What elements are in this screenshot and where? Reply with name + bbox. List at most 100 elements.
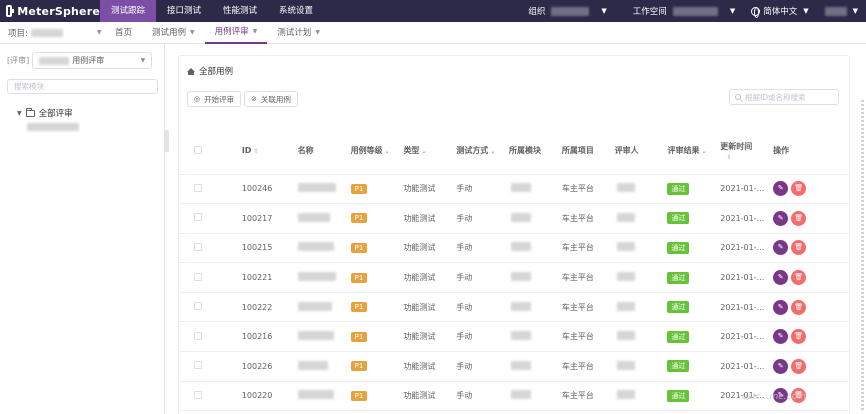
link-case-button[interactable]: ⊘ 关联用例 bbox=[244, 91, 298, 107]
row-checkbox[interactable] bbox=[194, 390, 202, 399]
pencil-icon[interactable]: ✎ bbox=[773, 270, 789, 286]
table-row[interactable]: 100215 P1 功能测试 手动 车主平台 通过 2021-01-... ✎ 🗑 bbox=[179, 233, 849, 264]
table-row[interactable]: 100246 P1 功能测试 手动 车主平台 通过 2021-01-... ✎ 🗑 bbox=[179, 174, 849, 205]
project-selector[interactable]: 项目: ▼ bbox=[0, 27, 105, 39]
home-icon bbox=[187, 67, 195, 75]
cell-name[interactable] bbox=[297, 351, 351, 382]
tree-node-all-reviews[interactable]: ▼ 全部评审 bbox=[17, 107, 73, 119]
row-select-cell bbox=[179, 262, 242, 293]
result-badge: 通过 bbox=[667, 330, 690, 343]
topnav-api-test[interactable]: 接口测试 bbox=[156, 0, 212, 22]
cell-type: 功能测试 bbox=[403, 262, 457, 293]
link-icon: ⊘ bbox=[251, 95, 257, 103]
trash-icon[interactable]: 🗑 bbox=[791, 270, 807, 286]
topnav-performance-test[interactable]: 性能测试 bbox=[212, 0, 268, 22]
module-search-input[interactable]: 搜索模块 bbox=[7, 79, 158, 94]
chevron-down-icon: ▼ bbox=[252, 27, 258, 35]
filter-icon[interactable]: ⌄ bbox=[701, 148, 706, 155]
cell-id: 100220 bbox=[241, 381, 298, 412]
filter-icon[interactable]: ⌄ bbox=[421, 148, 426, 155]
case-search-input[interactable]: 根据ID或名称搜索 bbox=[729, 89, 839, 105]
cell-method: 手动 bbox=[456, 174, 509, 205]
cell-id: 100215 bbox=[241, 233, 298, 264]
org-selector[interactable]: 组织 ▼ bbox=[520, 0, 614, 22]
panel-resize-handle[interactable] bbox=[165, 130, 169, 152]
trash-icon[interactable]: 🗑 bbox=[791, 329, 807, 345]
select-all-checkbox[interactable] bbox=[194, 145, 202, 154]
start-review-button[interactable]: ◎ 开始评审 bbox=[187, 91, 242, 107]
row-checkbox[interactable] bbox=[194, 242, 202, 251]
table-row[interactable]: 100226 P1 功能测试 手动 车主平台 通过 2021-01-... ✎ 🗑 bbox=[179, 351, 849, 382]
table-row[interactable]: 100216 P1 功能测试 手动 车主平台 通过 2021-01-... ✎ 🗑 bbox=[179, 321, 849, 353]
trash-icon[interactable]: 🗑 bbox=[791, 240, 807, 256]
sort-icon[interactable]: ⇕ bbox=[726, 154, 773, 161]
topnav-settings[interactable]: 系统设置 bbox=[268, 0, 324, 22]
cell-name[interactable] bbox=[297, 203, 351, 234]
chevron-down-icon[interactable]: ▼ bbox=[17, 110, 22, 117]
org-label: 组织 bbox=[528, 7, 546, 17]
tab-test-cases[interactable]: 测试用例 ▼ bbox=[142, 22, 205, 44]
filter-icon[interactable]: ⌄ bbox=[385, 148, 390, 155]
header-result[interactable]: 评审结果 ⌄ bbox=[667, 128, 721, 175]
table-row[interactable]: 100217 P1 功能测试 手动 车主平台 通过 2021-01-... ✎ 🗑 bbox=[179, 203, 849, 234]
header-id[interactable]: ID ⇕ bbox=[241, 128, 298, 175]
link-case-label: 关联用例 bbox=[260, 94, 291, 104]
user-name-redacted bbox=[824, 6, 847, 16]
header-type[interactable]: 类型 ⌄ bbox=[403, 128, 457, 175]
header-method[interactable]: 测试方式 ⌄ bbox=[456, 128, 509, 175]
cell-name[interactable] bbox=[297, 233, 351, 264]
cell-name[interactable] bbox=[297, 381, 351, 412]
cell-id: 100222 bbox=[241, 292, 298, 323]
pencil-icon[interactable]: ✎ bbox=[773, 181, 789, 197]
page-scrollbar[interactable] bbox=[861, 100, 864, 410]
cell-name[interactable] bbox=[297, 174, 351, 205]
trash-icon[interactable]: 🗑 bbox=[791, 358, 807, 374]
chevron-down-icon: ▼ bbox=[190, 28, 195, 36]
pencil-icon[interactable]: ✎ bbox=[773, 358, 789, 374]
review-selector-row: [评审] 用例评审 ▼ bbox=[7, 52, 153, 69]
row-checkbox[interactable] bbox=[194, 272, 202, 281]
cell-project: 车主平台 bbox=[561, 174, 615, 205]
cell-name[interactable] bbox=[297, 321, 351, 353]
table-header-row: ID ⇕ 名称 用例等级 ⌄ 类型 ⌄ 测试方式 ⌄ 所属模块 所属项目 评审人 评审结… bbox=[179, 128, 849, 175]
trash-icon[interactable]: 🗑 bbox=[791, 299, 807, 315]
cell-name[interactable] bbox=[297, 262, 351, 293]
table-row[interactable]: 100222 P1 功能测试 手动 车主平台 通过 2021-01-... ✎ 🗑 bbox=[179, 292, 849, 323]
cell-updated: 2021-01-... bbox=[720, 292, 774, 323]
pencil-icon[interactable]: ✎ bbox=[773, 299, 789, 315]
cell-actions: ✎ 🗑 bbox=[773, 203, 849, 234]
row-checkbox[interactable] bbox=[194, 361, 202, 370]
case-name-redacted bbox=[297, 242, 334, 252]
pencil-icon[interactable]: ✎ bbox=[773, 329, 789, 345]
row-checkbox[interactable] bbox=[194, 302, 202, 311]
chevron-down-icon: ▼ bbox=[852, 7, 858, 15]
sort-icon[interactable]: ⇕ bbox=[253, 148, 258, 155]
cell-actions: ✎ 🗑 bbox=[773, 233, 849, 264]
row-checkbox[interactable] bbox=[194, 331, 202, 340]
trash-icon[interactable]: 🗑 bbox=[791, 210, 807, 226]
tab-case-review[interactable]: 用例评审 ▼ bbox=[204, 22, 268, 44]
row-checkbox[interactable] bbox=[194, 213, 202, 222]
cell-name[interactable] bbox=[297, 292, 351, 323]
tab-test-plan[interactable]: 测试计划 ▼ bbox=[267, 22, 330, 44]
result-badge: 通过 bbox=[667, 301, 690, 314]
pencil-icon[interactable]: ✎ bbox=[773, 210, 789, 226]
top-nav: 测试跟踪 接口测试 性能测试 系统设置 bbox=[100, 0, 324, 22]
row-checkbox[interactable] bbox=[194, 183, 202, 192]
tab-home[interactable]: 首页 bbox=[105, 22, 142, 44]
header-level[interactable]: 用例等级 ⌄ bbox=[350, 128, 404, 175]
language-selector[interactable]: 简体中文 ▼ bbox=[743, 0, 816, 22]
table-row[interactable]: 100221 P1 功能测试 手动 车主平台 通过 2021-01-... ✎ 🗑 bbox=[179, 262, 849, 293]
header-updated[interactable]: 更新时间 ⇕ bbox=[720, 128, 774, 175]
trash-icon[interactable]: 🗑 bbox=[791, 181, 807, 197]
topnav-test-track[interactable]: 测试跟踪 bbox=[100, 0, 157, 22]
cell-actions: ✎ 🗑 bbox=[773, 321, 849, 353]
case-name-redacted bbox=[297, 301, 332, 311]
filter-icon[interactable]: ⌄ bbox=[490, 148, 495, 155]
user-menu[interactable]: ▼ bbox=[817, 0, 866, 22]
workspace-selector[interactable]: 工作空间 ▼ bbox=[625, 0, 743, 22]
tree-node-redacted[interactable] bbox=[27, 123, 79, 131]
pencil-icon[interactable]: ✎ bbox=[773, 240, 789, 256]
review-select[interactable]: 用例评审 ▼ bbox=[32, 52, 153, 69]
brand-logo[interactable]: MeterSphere bbox=[0, 0, 100, 22]
